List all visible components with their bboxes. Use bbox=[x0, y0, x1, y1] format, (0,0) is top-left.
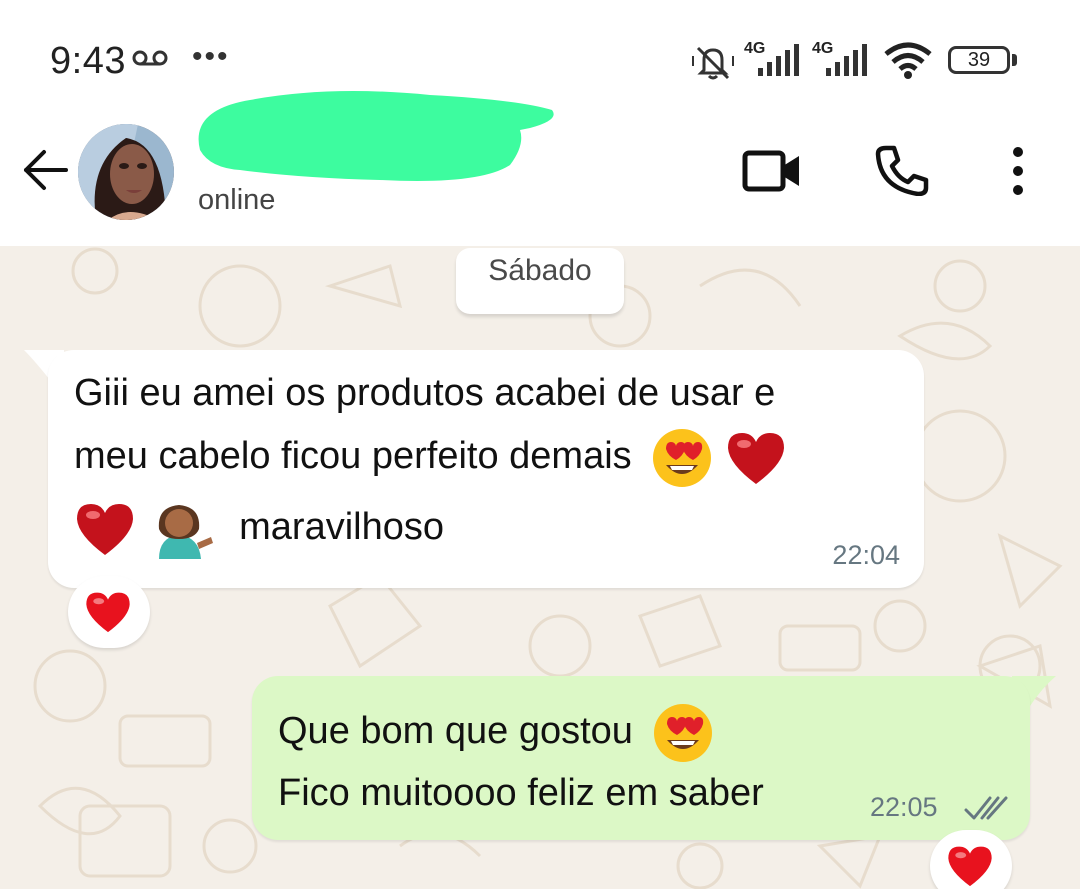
battery-tip bbox=[1012, 54, 1017, 66]
red-heart-emoji bbox=[77, 503, 133, 555]
signal-icon: 4G bbox=[744, 40, 800, 80]
message-text-line-3: maravilhoso bbox=[239, 506, 444, 548]
wifi-icon bbox=[884, 42, 932, 79]
battery-icon: 39 bbox=[948, 46, 1010, 74]
message-text-line-2: Fico muitoooo feliz em saber bbox=[278, 772, 764, 814]
incoming-message-bubble[interactable]: Giii eu amei os produtos acabei de usar … bbox=[48, 350, 924, 588]
reaction-badge-outgoing[interactable] bbox=[930, 830, 1012, 889]
message-time-incoming: 22:04 bbox=[832, 540, 900, 570]
signal-icon-2: 4G bbox=[812, 40, 868, 80]
heart-eyes-emoji bbox=[654, 703, 713, 762]
message-text-line-1: Que bom que gostou bbox=[278, 710, 633, 752]
more-vert-icon[interactable] bbox=[1008, 146, 1028, 196]
red-heart-emoji bbox=[86, 592, 130, 633]
phone-icon[interactable] bbox=[874, 144, 930, 196]
red-heart-emoji bbox=[948, 846, 992, 887]
person-tipping-hand-emoji bbox=[158, 504, 213, 559]
mute-icon bbox=[692, 46, 734, 80]
chat-header: online bbox=[0, 91, 1080, 246]
reaction-badge-incoming[interactable] bbox=[68, 576, 150, 648]
status-time: 9:43 bbox=[50, 40, 126, 82]
double-check-icon bbox=[964, 796, 1008, 820]
message-text-line-2-row: meu cabelo ficou perfeito demais bbox=[74, 425, 787, 489]
contact-status: online bbox=[198, 184, 276, 216]
message-text-line-1-row: Que bom que gostou bbox=[278, 700, 715, 764]
notification-dots-icon: ••• bbox=[192, 40, 230, 73]
back-arrow-icon[interactable] bbox=[22, 148, 70, 192]
message-text-line-2: meu cabelo ficou perfeito demais bbox=[74, 435, 632, 477]
message-text-line-3-row: maravilhoso bbox=[74, 496, 444, 559]
video-call-icon[interactable] bbox=[742, 148, 802, 194]
contact-name-redaction bbox=[198, 91, 554, 181]
voicemail-icon bbox=[132, 50, 168, 66]
avatar[interactable] bbox=[78, 124, 174, 220]
heart-eyes-emoji bbox=[653, 428, 712, 487]
outgoing-message-bubble[interactable]: Que bom que gostou Fico muitoooo feliz e… bbox=[252, 676, 1030, 840]
message-time-outgoing: 22:05 bbox=[870, 792, 938, 822]
chat-area[interactable]: Sábado Giii eu amei os produtos acabei d… bbox=[0, 246, 1080, 889]
message-text-line-1: Giii eu amei os produtos acabei de usar … bbox=[74, 372, 776, 414]
date-chip: Sábado bbox=[456, 248, 624, 314]
red-heart-emoji bbox=[727, 432, 784, 484]
